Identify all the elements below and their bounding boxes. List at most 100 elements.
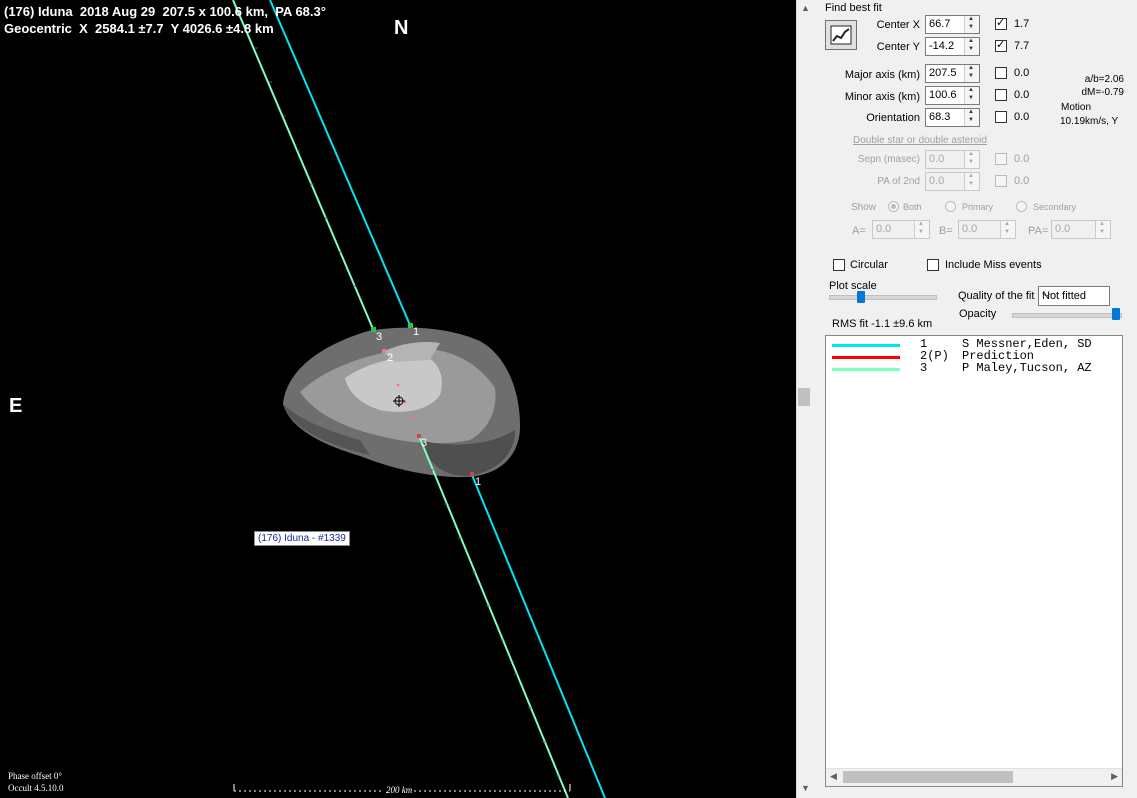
sepn-uncert: 0.0 [1014, 153, 1030, 165]
legend-num: 3 [920, 361, 928, 375]
plot-canvas [232, 0, 606, 798]
opacity-label: Opacity [959, 308, 997, 320]
plot-scale-slider[interactable] [857, 291, 865, 303]
radio-both-label: Both [903, 202, 922, 212]
minor-axis-label: Minor axis (km) [844, 91, 920, 103]
orientation-uncert: 0.0 [1014, 111, 1030, 123]
quality-label: Quality of the fit [958, 290, 1035, 302]
motion-value: 10.19km/s, Y [1060, 116, 1119, 127]
quality-select[interactable]: Not fitted ﹀ [1038, 286, 1110, 306]
circular-checkbox[interactable] [833, 259, 845, 271]
minor-axis-input[interactable]: 100.6 ▲ ▼ [925, 86, 980, 105]
rms-fit-text: RMS fit -1.1 ±9.6 km [832, 318, 933, 330]
center-x-uncert: 1.7 [1014, 18, 1030, 30]
chord-label: 2 [387, 352, 394, 364]
version-text: Occult 4.5.10.0 [8, 783, 64, 793]
opacity-track[interactable] [1012, 313, 1122, 318]
major-axis-input[interactable]: 207.5 ▲ ▼ [925, 64, 980, 83]
ab-ratio: a/b=2.06 [1084, 74, 1124, 85]
plot-scale-label: Plot scale [829, 280, 877, 292]
orientation-checkbox[interactable] [995, 111, 1007, 123]
pa-label: PA= [1028, 225, 1049, 237]
dm-value: dM=-0.79 [1081, 87, 1124, 98]
center-x-input[interactable]: 66.7 ▲ ▼ [925, 15, 980, 34]
radio-primary[interactable] [945, 201, 956, 212]
chord-label: 3 [376, 331, 383, 343]
chart-fit-icon [830, 25, 852, 45]
find-best-fit-label: Find best fit [825, 2, 882, 14]
orientation-input[interactable]: 68.3 ▲ ▼ [925, 108, 980, 127]
a-label: A= [852, 225, 866, 237]
legend-row[interactable]: 1 S Messner,Eden, SD [830, 337, 1092, 351]
sepn-label: Sepn (masec) [857, 154, 920, 165]
scroll-thumb[interactable] [798, 388, 810, 406]
legend-horizontal-scrollbar[interactable]: ◀ ▶ [826, 768, 1122, 786]
radio-secondary[interactable] [1016, 201, 1027, 212]
include-miss-label: Include Miss events [945, 259, 1042, 271]
pa-2nd-uncert: 0.0 [1014, 175, 1030, 187]
radio-both[interactable] [888, 201, 899, 212]
center-y-input[interactable]: -14.2 ▲ ▼ [925, 37, 980, 56]
a-input[interactable]: 0.0 ▲ ▼ [872, 220, 930, 239]
major-axis-label: Major axis (km) [844, 69, 920, 81]
circular-label: Circular [850, 259, 888, 271]
plot-header-position: Geocentric X 2584.1 ±7.7 Y 4026.6 ±4.8 k… [4, 21, 274, 36]
asteroid-shape [283, 327, 521, 478]
center-x-label: Center X [876, 19, 920, 31]
b-label: B= [939, 225, 953, 237]
plot-header-title: (176) Iduna 2018 Aug 29 207.5 x 100.6 km… [4, 4, 326, 19]
motion-label: Motion [1061, 102, 1092, 113]
radio-primary-label: Primary [962, 202, 993, 212]
legend-line [832, 344, 900, 347]
chord-label: 1 [475, 476, 482, 488]
plot-vertical-scrollbar[interactable]: ▲ ▼ [796, 0, 815, 798]
scroll-up-icon[interactable]: ▲ [801, 3, 810, 13]
chord-label: 1 [413, 326, 420, 338]
legend-scroll-thumb[interactable] [843, 771, 1013, 783]
minor-axis-checkbox[interactable] [995, 89, 1007, 101]
pa-2nd-input[interactable]: 0.0 ▲ ▼ [925, 172, 980, 191]
pa-2nd-label: PA of 2nd [877, 176, 920, 187]
center-y-checkbox[interactable] [995, 38, 1007, 52]
chord-label: 3 [421, 437, 428, 449]
chord-3-lower [418, 435, 569, 798]
scroll-left-icon[interactable]: ◀ [830, 771, 837, 782]
sepn-input[interactable]: 0.0 ▲ ▼ [925, 150, 980, 169]
pa-2nd-checkbox[interactable] [995, 175, 1007, 187]
minor-axis-uncert: 0.0 [1014, 89, 1030, 101]
pa-input[interactable]: 0.0 ▲ ▼ [1051, 220, 1111, 239]
legend-line [832, 368, 900, 371]
observer-legend-list[interactable]: 1 S Messner,Eden, SD 2(P) Prediction 3 P… [825, 335, 1123, 787]
chord-1-upper [269, 0, 411, 326]
legend-row[interactable]: 2(P) Prediction [830, 349, 1034, 363]
scroll-down-icon[interactable]: ▼ [801, 783, 810, 793]
fit-panel: Find best fit Center X 66.7▲▼ 1.7 Center… [815, 0, 1137, 798]
b-input[interactable]: 0.0 ▲ ▼ [958, 220, 1016, 239]
include-miss-checkbox[interactable] [927, 259, 939, 271]
chord-3-upper [232, 0, 374, 330]
center-x-checkbox[interactable] [995, 16, 1007, 30]
major-axis-checkbox[interactable] [995, 67, 1007, 79]
plot-scale-track[interactable] [829, 295, 937, 300]
radio-secondary-label: Secondary [1033, 202, 1077, 212]
object-label: (176) Iduna - #1339 [254, 531, 350, 546]
north-label: N [394, 17, 409, 39]
plot-area[interactable]: (176) Iduna 2018 Aug 29 207.5 x 100.6 km… [0, 0, 796, 798]
find-best-fit-button[interactable] [825, 20, 857, 50]
center-y-label: Center Y [876, 41, 920, 53]
orientation-label: Orientation [866, 112, 920, 124]
opacity-slider[interactable] [1112, 308, 1120, 320]
legend-row[interactable]: 3 P Maley,Tucson, AZ [830, 361, 1092, 375]
sepn-checkbox[interactable] [995, 153, 1007, 165]
chord-1-lower [471, 474, 606, 798]
legend-line [832, 356, 900, 359]
phase-offset-text: Phase offset 0° [8, 771, 62, 781]
chevron-down-icon: ﹀ [1042, 293, 1052, 303]
center-y-uncert: 7.7 [1014, 40, 1030, 52]
legend-text: P Maley,Tucson, AZ [962, 361, 1092, 375]
major-axis-uncert: 0.0 [1014, 67, 1030, 79]
double-star-label: Double star or double asteroid [853, 135, 987, 146]
east-label: E [9, 395, 23, 417]
scale-label: 200 km [384, 785, 415, 795]
scroll-right-icon[interactable]: ▶ [1111, 771, 1118, 782]
